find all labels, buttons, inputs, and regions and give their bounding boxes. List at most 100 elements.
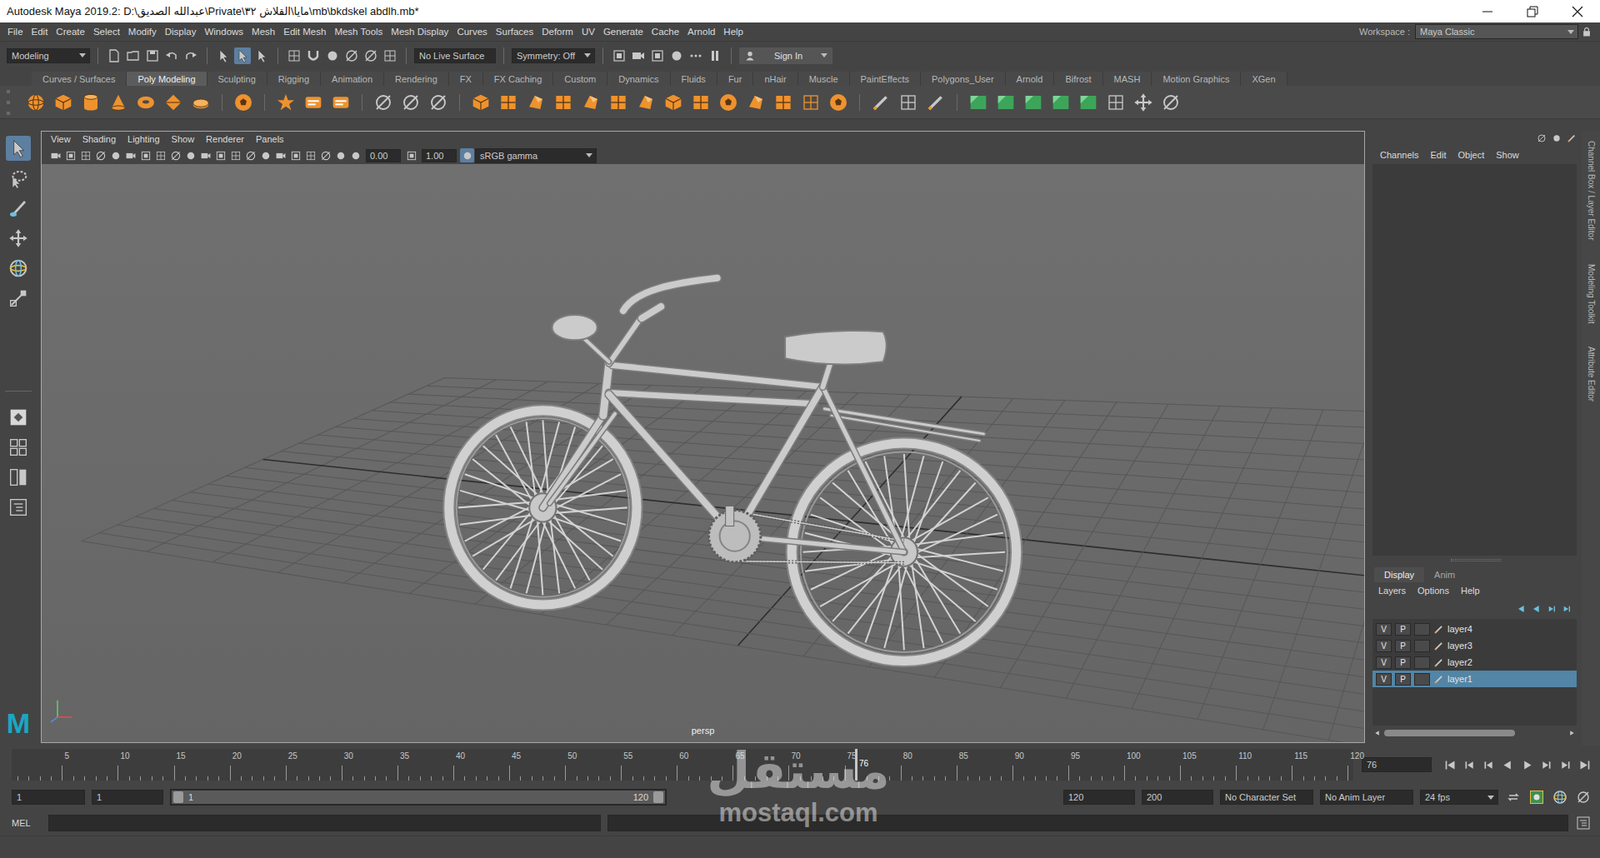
- rotate-icon[interactable]: [8, 258, 29, 279]
- end-field[interactable]: 200: [1141, 790, 1214, 805]
- layer-row[interactable]: VPlayer4: [1372, 620, 1577, 638]
- redo-button[interactable]: [182, 47, 200, 65]
- shelf-button[interactable]: [1049, 90, 1073, 115]
- side-tab[interactable]: Attribute Editor: [1586, 346, 1596, 402]
- append-icon[interactable]: [553, 92, 574, 113]
- snap-circle-icon[interactable]: [325, 48, 340, 64]
- paint-select-tool[interactable]: [5, 195, 31, 221]
- render-default-icon[interactable]: [611, 48, 627, 64]
- multi-cut-icon[interactable]: [870, 92, 891, 113]
- snap-button[interactable]: [362, 47, 380, 65]
- object-mode-icon[interactable]: [235, 48, 250, 64]
- layer-menu-item[interactable]: Layers: [1372, 585, 1412, 596]
- component-mode-icon[interactable]: [254, 48, 270, 64]
- playback-button[interactable]: [1518, 756, 1535, 774]
- menu-item[interactable]: Modify: [124, 26, 161, 37]
- shelf-tab[interactable]: MASH: [1103, 71, 1153, 86]
- snap-button[interactable]: [324, 47, 341, 65]
- fill-hole-icon[interactable]: [580, 92, 601, 113]
- shelf-button[interactable]: [106, 90, 130, 115]
- shelf-button[interactable]: [799, 90, 823, 115]
- panel-button[interactable]: [93, 148, 108, 163]
- uv-auto-icon[interactable]: [1050, 92, 1071, 113]
- side-tab[interactable]: Channel Box / Layer Editor: [1586, 140, 1596, 241]
- shelf-tab[interactable]: Polygons_User: [920, 71, 1006, 86]
- visibility-toggle[interactable]: V: [1375, 656, 1392, 670]
- snap-grid-icon[interactable]: [382, 48, 398, 64]
- shelf-button[interactable]: [399, 90, 423, 115]
- grid-icon[interactable]: [140, 150, 152, 162]
- disk-icon[interactable]: [145, 48, 160, 64]
- shelf-button[interactable]: [426, 90, 450, 115]
- loop-icon[interactable]: [1505, 790, 1521, 805]
- shelf-button[interactable]: [551, 90, 575, 115]
- range-end[interactable]: 120: [633, 791, 664, 804]
- shadows-icon[interactable]: [320, 150, 332, 162]
- select-hierarchy-button[interactable]: [215, 47, 232, 65]
- shelf-button[interactable]: [966, 90, 990, 115]
- toggle-attribute-icon[interactable]: [1551, 133, 1562, 144]
- panel-button[interactable]: [63, 148, 78, 163]
- poly-cylinder-icon[interactable]: [80, 92, 101, 113]
- shelf-tab[interactable]: Rendering: [384, 71, 450, 86]
- triangulate-icon[interactable]: [773, 92, 794, 113]
- svg-shape-icon[interactable]: [330, 92, 351, 113]
- range-fill[interactable]: 1120: [171, 790, 665, 805]
- quad-draw-icon[interactable]: [925, 92, 946, 113]
- menu-item[interactable]: File: [3, 26, 28, 37]
- live-surface-field[interactable]: No Live Surface: [414, 48, 496, 64]
- time-track[interactable]: 5101520253035404550556065707580859095100…: [11, 749, 1354, 781]
- render-button[interactable]: [630, 47, 647, 65]
- shelf-tab[interactable]: Curves / Surfaces: [31, 71, 127, 86]
- shelf-button[interactable]: [1021, 90, 1045, 115]
- shelf-button[interactable]: [579, 90, 603, 115]
- shelf-button[interactable]: [189, 90, 213, 115]
- uv-sew-icon[interactable]: [1160, 92, 1181, 113]
- sound-button[interactable]: [1575, 789, 1592, 806]
- gamma-icon[interactable]: [405, 150, 418, 162]
- panel-button[interactable]: [318, 148, 333, 163]
- new-layer-selected-icon[interactable]: [1561, 604, 1572, 615]
- platonic-solid-icon[interactable]: [233, 92, 254, 113]
- layer-menu-item[interactable]: Options: [1411, 585, 1455, 596]
- playback-button[interactable]: [1499, 756, 1516, 774]
- scale-tool[interactable]: [5, 285, 31, 311]
- visibility-toggle[interactable]: V: [1375, 673, 1392, 686]
- sound-icon[interactable]: [1575, 790, 1591, 805]
- menu-item[interactable]: UV: [577, 26, 600, 37]
- menu-item[interactable]: Edit: [27, 26, 53, 37]
- single-pane-layout[interactable]: [5, 405, 31, 430]
- playback-end-field[interactable]: 120: [1063, 790, 1135, 805]
- snap-button[interactable]: [285, 47, 303, 65]
- field-chart-icon[interactable]: [200, 150, 212, 162]
- panel-menu-item[interactable]: Shading: [76, 134, 122, 145]
- layer-scrollbar[interactable]: [1372, 727, 1577, 740]
- layer-color-box[interactable]: [1414, 673, 1430, 686]
- render-button[interactable]: [687, 47, 705, 65]
- minimize-icon[interactable]: [1480, 4, 1495, 20]
- menu-item[interactable]: Deform: [537, 26, 578, 37]
- move-layer-up-icon[interactable]: [1516, 604, 1527, 615]
- restore-icon[interactable]: [1525, 4, 1540, 20]
- panel-button[interactable]: [168, 148, 183, 163]
- shelf-tab[interactable]: Poly Modeling: [126, 71, 207, 86]
- playback-end-icon[interactable]: [1578, 759, 1591, 772]
- shelf-button[interactable]: [826, 90, 850, 115]
- bridge-icon[interactable]: [498, 92, 519, 113]
- channel-menu-item[interactable]: Channels: [1374, 150, 1425, 160]
- toggle-channel-icon[interactable]: [1536, 133, 1547, 144]
- panel-button[interactable]: [288, 148, 303, 163]
- shelf-button[interactable]: [869, 90, 893, 115]
- shelf-tab[interactable]: Arnold: [1005, 71, 1055, 86]
- resolution-gate-icon[interactable]: [170, 150, 182, 162]
- new-empty-layer-icon[interactable]: [1546, 604, 1557, 615]
- panel-button[interactable]: [108, 148, 123, 163]
- move-layer-down-icon[interactable]: [1531, 604, 1542, 615]
- panel-button[interactable]: [273, 148, 288, 163]
- close-button[interactable]: [1555, 0, 1600, 23]
- exposure-icon[interactable]: [350, 150, 362, 162]
- use-lights-icon[interactable]: [305, 150, 317, 162]
- panel-button[interactable]: [48, 148, 63, 163]
- shelf-button[interactable]: [524, 90, 548, 115]
- poly-cone-icon[interactable]: [108, 92, 129, 113]
